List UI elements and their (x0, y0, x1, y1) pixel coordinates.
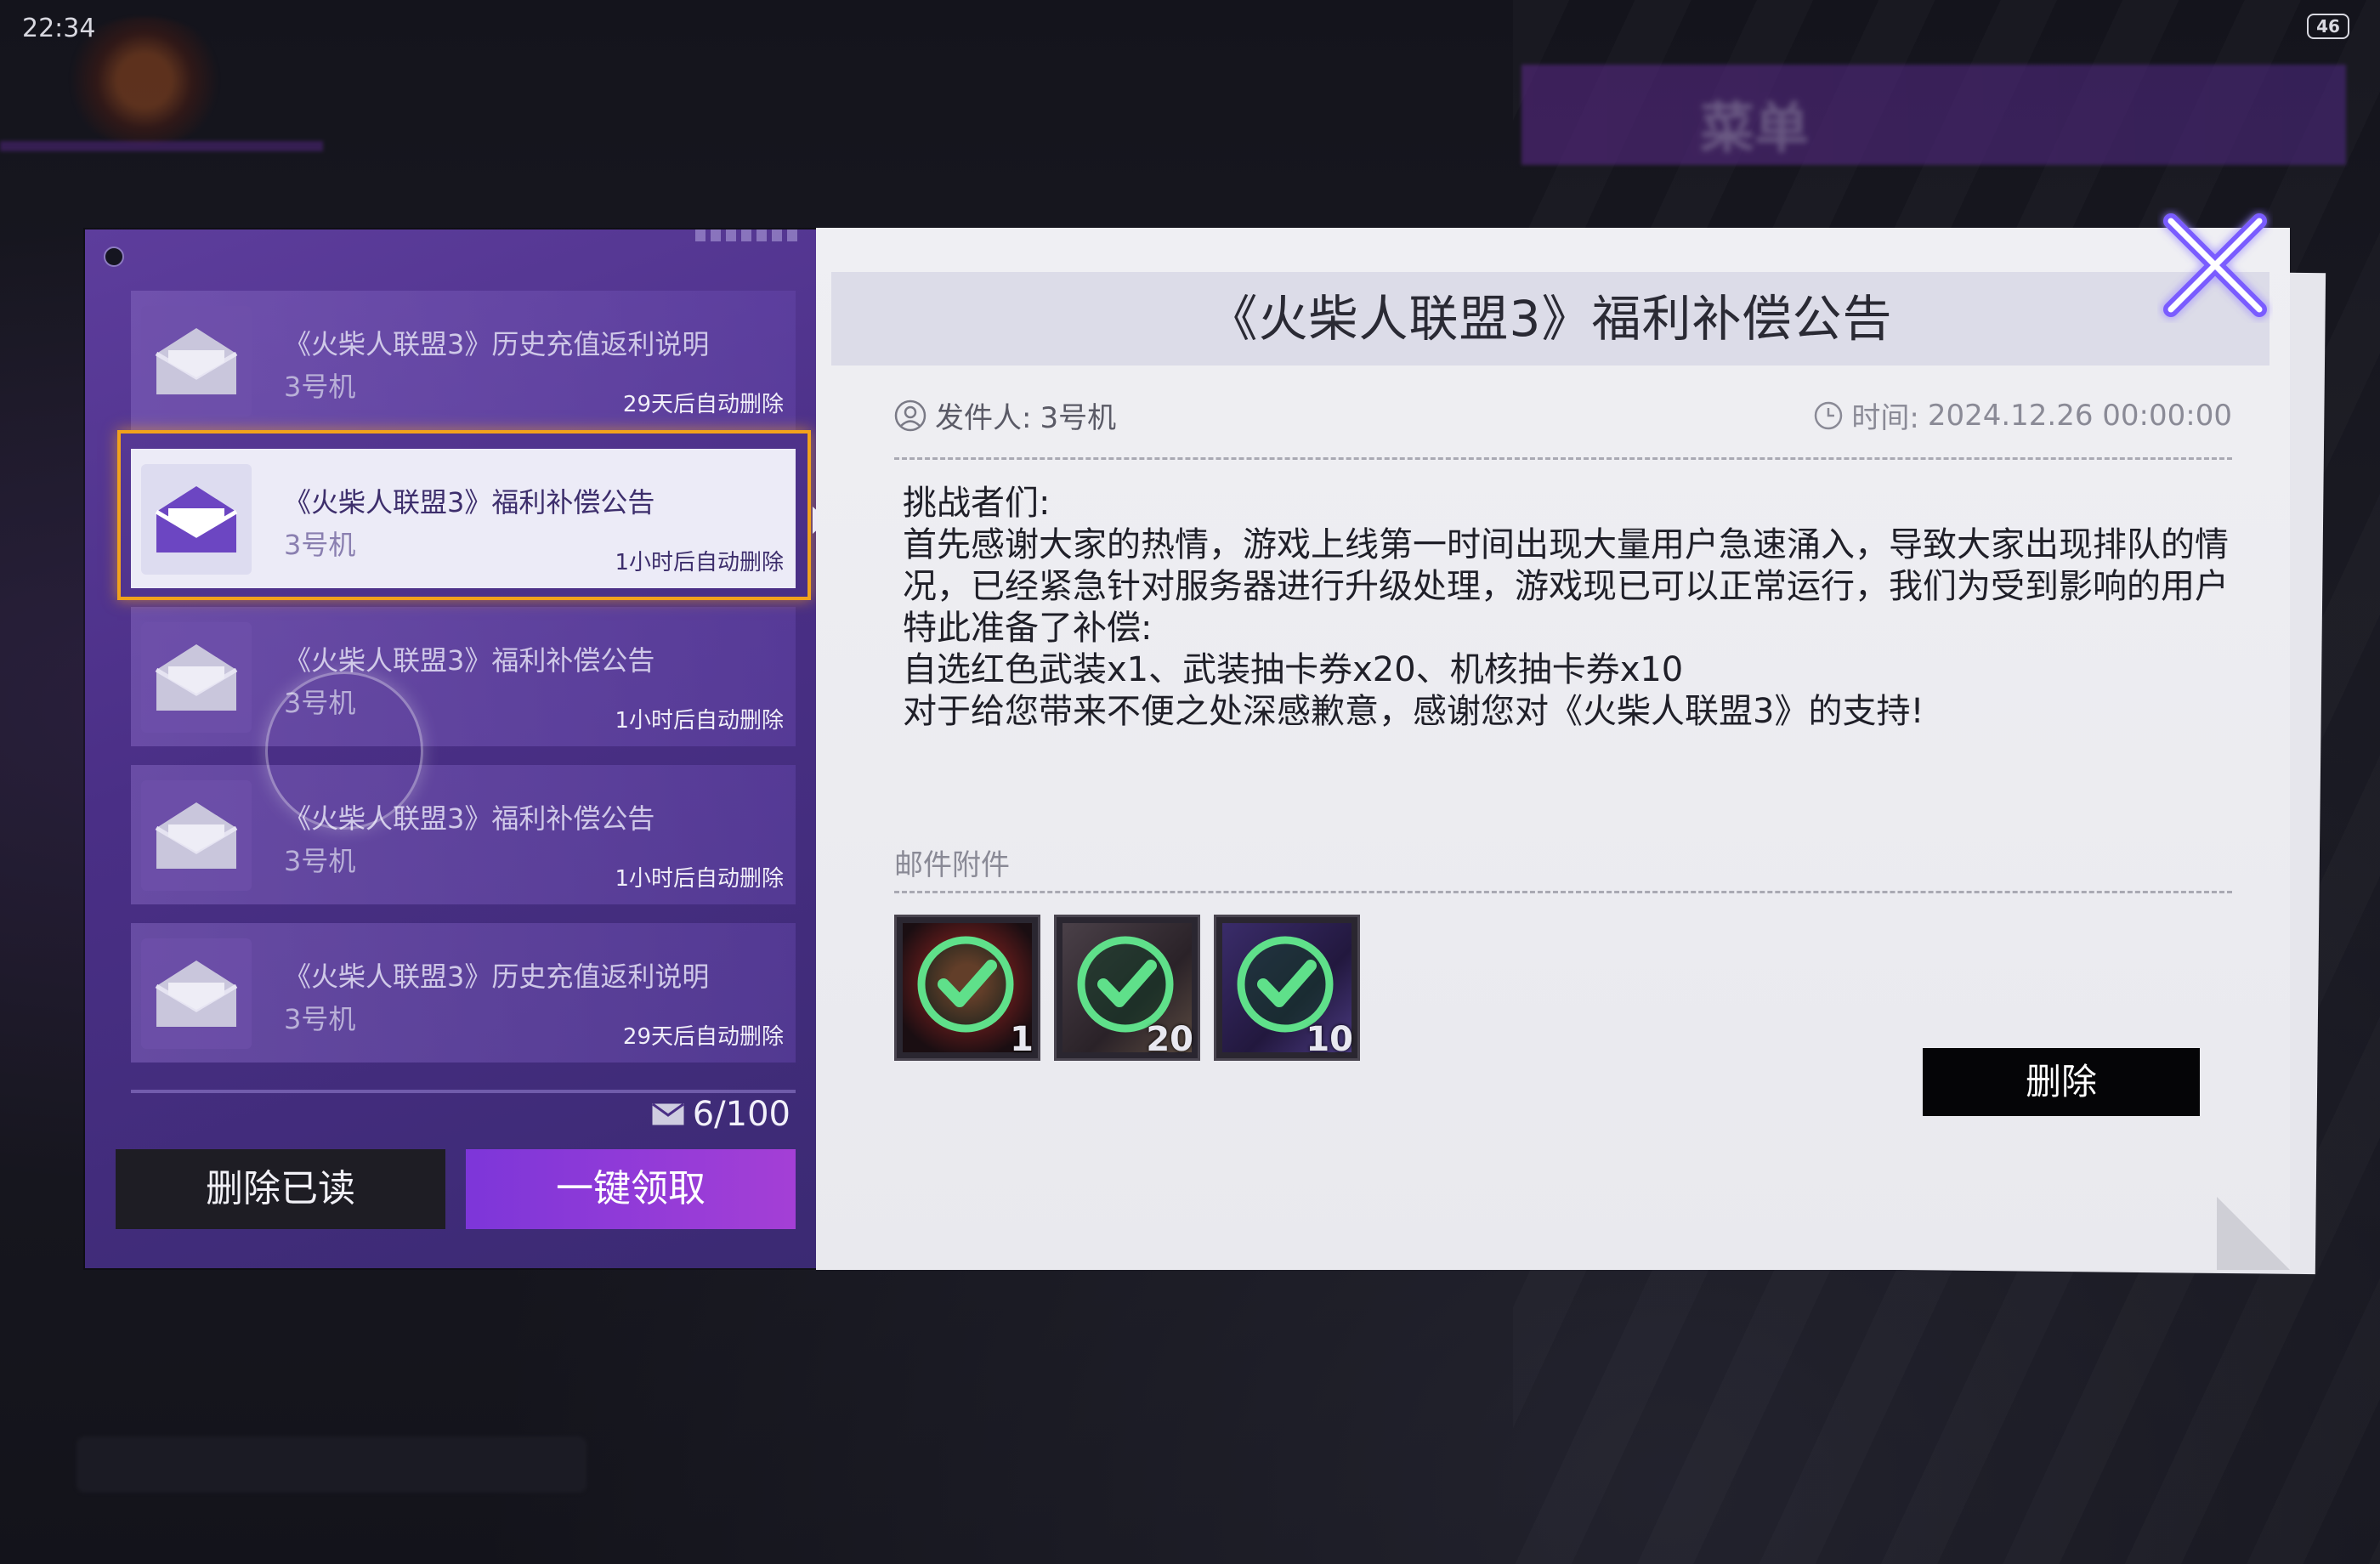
delete-button[interactable]: 删除 (1923, 1048, 2200, 1116)
attachment-item[interactable]: 1 (894, 915, 1040, 1061)
page-fold (2217, 1197, 2290, 1270)
list-divider (131, 1090, 796, 1093)
attachments-divider (894, 891, 2232, 893)
mail-sender: 3号机 (284, 845, 356, 877)
mail-body: 挑战者们: 首先感谢大家的热情，游戏上线第一时间出现大量用户急速涌入，导致大家出… (903, 483, 2229, 733)
mail-list-item[interactable]: 《火柴人联盟3》历史充值返利说明 3号机 29天后自动删除 (131, 923, 796, 1062)
user-icon (894, 400, 926, 431)
meta-divider (894, 457, 2232, 460)
detail-header: 《火柴人联盟3》福利补偿公告 (831, 272, 2270, 366)
sender-name: 3号机 (1040, 401, 1117, 435)
mail-expire: 1小时后自动删除 (615, 866, 784, 892)
status-time: 22:34 (22, 14, 96, 43)
envelope-icon (651, 1103, 684, 1125)
check-icon (917, 936, 1014, 1033)
envelope-icon (155, 802, 238, 869)
body-line: 首先感谢大家的热情，游戏上线第一时间出现大量用户急速涌入，导致大家出现排队的情况… (903, 525, 2229, 648)
attachments-label: 邮件附件 (894, 848, 1010, 882)
envelope-icon-box (141, 306, 252, 416)
attachment-qty: 20 (1146, 1020, 1193, 1059)
mail-expire: 29天后自动删除 (622, 392, 784, 417)
envelope-icon-box (141, 780, 252, 891)
mail-expire: 29天后自动删除 (622, 1024, 784, 1050)
detail-title: 《火柴人联盟3》福利补偿公告 (1208, 290, 1893, 348)
time-info: 时间: 2024.12.26 00:00:00 (1814, 394, 2232, 436)
battery-icon: 46 (2307, 14, 2349, 39)
attachment-qty: 1 (1010, 1020, 1034, 1059)
tap-ripple (265, 672, 423, 830)
sender-info: 发件人: 3号机 (894, 394, 1116, 436)
envelope-icon-box (141, 622, 252, 733)
meta-row: 发件人: 3号机 时间: 2024.12.26 00:00:00 (894, 394, 2232, 442)
mail-list-panel: 《火柴人联盟3》历史充值返利说明 3号机 29天后自动删除 《火柴人联盟3》福利补偿公… (85, 230, 828, 1268)
mail-title: 《火柴人联盟3》历史充值返利说明 (284, 960, 710, 993)
mail-sender: 3号机 (284, 1003, 356, 1035)
clock-icon (1815, 401, 1843, 429)
mail-count: 6/100 (651, 1095, 790, 1134)
panel-ticks (695, 230, 797, 241)
mail-expire: 1小时后自动删除 (615, 708, 784, 734)
envelope-icon-box (141, 938, 252, 1049)
delete-read-button[interactable]: 删除已读 (116, 1149, 445, 1229)
mail-sender: 3号机 (284, 371, 356, 403)
body-line: 自选红色武装x1、武装抽卡券x20、机核抽卡券x10 (903, 650, 1684, 689)
attachment-item[interactable]: 20 (1054, 915, 1200, 1061)
envelope-icon (155, 960, 238, 1027)
claim-all-button[interactable]: 一键领取 (466, 1149, 796, 1229)
mail-list-item[interactable]: 《火柴人联盟3》福利补偿公告 3号机 1小时后自动删除 (131, 765, 796, 904)
envelope-icon (155, 328, 238, 394)
sender-label: 发件人: (935, 401, 1032, 435)
selection-frame (117, 430, 811, 600)
mail-list-item[interactable]: 《火柴人联盟3》历史充值返利说明 3号机 29天后自动删除 (131, 291, 796, 430)
panel-dot (104, 246, 124, 267)
attachment-qty: 10 (1306, 1020, 1353, 1059)
mail-count-text: 6/100 (692, 1095, 790, 1134)
mail-detail-panel: 《火柴人联盟3》福利补偿公告 发件人: 3号机 时间: 2024.12.26 0… (816, 228, 2290, 1270)
body-line: 挑战者们: (903, 484, 1051, 523)
envelope-icon (155, 644, 238, 711)
mail-list-item[interactable]: 《火柴人联盟3》福利补偿公告 3号机 1小时后自动删除 (131, 607, 796, 746)
close-icon[interactable] (2157, 207, 2273, 323)
time-label: 时间: (1851, 401, 1919, 435)
time-value: 2024.12.26 00:00:00 (1927, 398, 2232, 433)
body-line: 对于给您带来不便之处深感歉意，感谢您对《火柴人联盟3》的支持! (903, 692, 1924, 731)
attachment-item[interactable]: 10 (1214, 915, 1360, 1061)
mail-title: 《火柴人联盟3》历史充值返利说明 (284, 328, 710, 360)
